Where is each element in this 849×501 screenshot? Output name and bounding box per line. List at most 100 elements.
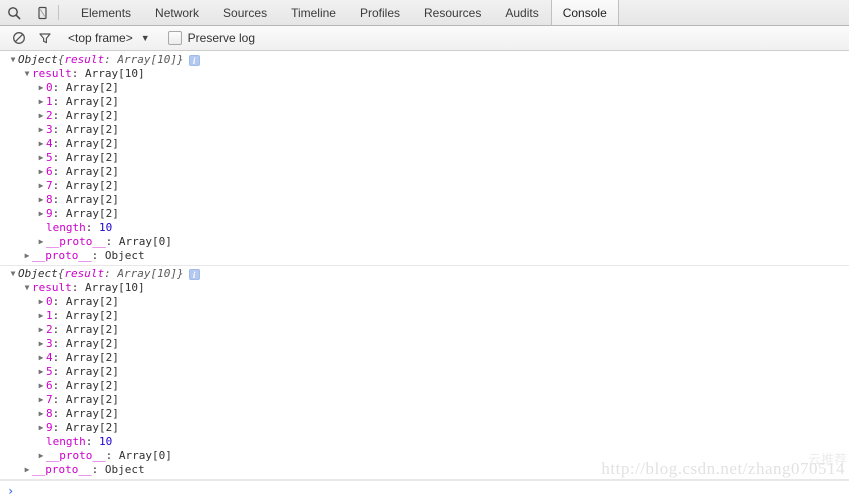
- disclosure-triangle-icon[interactable]: ▶: [36, 351, 46, 365]
- item-separator: :: [52, 179, 66, 192]
- array-item-row[interactable]: ▶ 3: Array[2]: [0, 337, 849, 351]
- disclosure-triangle-icon[interactable]: ▶: [36, 309, 46, 323]
- array-item-row[interactable]: ▶ 5: Array[2]: [0, 151, 849, 165]
- disclosure-triangle-icon[interactable]: ▶: [36, 137, 46, 151]
- item-value: Array[2]: [65, 81, 119, 94]
- tab-console[interactable]: Console: [550, 0, 619, 25]
- info-icon[interactable]: i: [188, 54, 200, 66]
- disclosure-triangle-icon[interactable]: ▶: [36, 81, 46, 95]
- array-item-row[interactable]: ▶ 5: Array[2]: [0, 365, 849, 379]
- disclosure-triangle-icon[interactable]: ▶: [36, 179, 46, 193]
- array-item-row[interactable]: ▶ 6: Array[2]: [0, 379, 849, 393]
- array-index: 5: [46, 365, 53, 378]
- item-separator: :: [52, 109, 66, 122]
- disclosure-triangle-icon[interactable]: ▶: [36, 165, 46, 179]
- tab-resources[interactable]: Resources: [412, 0, 493, 25]
- console-message[interactable]: ▼ Object{result: Array[10]} i ▼ result: Arr…: [0, 266, 849, 480]
- array-item-row[interactable]: ▶ 7: Array[2]: [0, 179, 849, 193]
- tab-sources[interactable]: Sources: [211, 0, 279, 25]
- preserve-log-checkbox[interactable]: [167, 31, 182, 45]
- proto-key: __proto__: [32, 463, 92, 476]
- proto-row-outer[interactable]: ▶ __proto__: Object: [0, 463, 849, 477]
- array-item-row[interactable]: ▶ 7: Array[2]: [0, 393, 849, 407]
- disclosure-triangle-icon[interactable]: ▼: [22, 67, 32, 81]
- disclosure-triangle-icon[interactable]: ▶: [36, 95, 46, 109]
- execution-context-selector[interactable]: <top frame> ▼: [68, 31, 150, 45]
- item-separator: :: [52, 137, 66, 150]
- array-item-row[interactable]: ▶ 4: Array[2]: [0, 137, 849, 151]
- tab-profiles[interactable]: Profiles: [348, 0, 412, 25]
- info-icon[interactable]: i: [188, 268, 200, 280]
- tab-elements[interactable]: Elements: [69, 0, 143, 25]
- object-header-row[interactable]: ▼ Object{result: Array[10]} i: [0, 267, 849, 281]
- proto-separator: :: [105, 449, 119, 462]
- proto-row-inner[interactable]: ▶ __proto__: Array[0]: [0, 449, 849, 463]
- preview-separator: :: [104, 53, 118, 66]
- array-item-row[interactable]: ▶ 8: Array[2]: [0, 407, 849, 421]
- array-index: 5: [46, 151, 53, 164]
- array-index: 7: [46, 393, 53, 406]
- tab-audits[interactable]: Audits: [493, 0, 550, 25]
- search-icon[interactable]: [0, 0, 28, 25]
- array-item-row[interactable]: ▶ 2: Array[2]: [0, 323, 849, 337]
- disclosure-triangle-icon[interactable]: ▶: [36, 365, 46, 379]
- disclosure-triangle-icon[interactable]: ▼: [8, 53, 18, 67]
- array-index: 3: [46, 337, 53, 350]
- array-item-row[interactable]: ▶ 6: Array[2]: [0, 165, 849, 179]
- array-item-row[interactable]: ▶ 2: Array[2]: [0, 109, 849, 123]
- proto-key: __proto__: [46, 235, 106, 248]
- console-message[interactable]: ▼ Object{result: Array[10]} i ▼ result: Arr…: [0, 52, 849, 266]
- item-value: Array[2]: [65, 137, 119, 150]
- disclosure-triangle-icon[interactable]: ▶: [36, 193, 46, 207]
- console-output[interactable]: ▼ Object{result: Array[10]} i ▼ result: Arr…: [0, 52, 849, 480]
- array-item-row[interactable]: ▶ 9: Array[2]: [0, 421, 849, 435]
- filter-funnel-icon[interactable]: [32, 27, 58, 49]
- disclosure-triangle-icon[interactable]: ▶: [36, 449, 46, 463]
- array-index: 9: [46, 421, 53, 434]
- array-item-row[interactable]: ▶ 1: Array[2]: [0, 95, 849, 109]
- array-item-row[interactable]: ▶ 0: Array[2]: [0, 295, 849, 309]
- disclosure-triangle-icon[interactable]: ▼: [22, 281, 32, 295]
- disclosure-triangle-icon[interactable]: ▶: [36, 123, 46, 137]
- array-item-row[interactable]: ▶ 1: Array[2]: [0, 309, 849, 323]
- disclosure-triangle-icon[interactable]: ▶: [36, 407, 46, 421]
- disclosure-triangle-icon[interactable]: ▶: [36, 323, 46, 337]
- item-value: Array[2]: [65, 337, 119, 350]
- object-header-row[interactable]: ▼ Object{result: Array[10]} i: [0, 53, 849, 67]
- preserve-log-toggle[interactable]: Preserve log: [167, 31, 255, 45]
- console-prompt-bar[interactable]: ›: [0, 480, 849, 501]
- console-prompt-input[interactable]: [14, 481, 849, 501]
- array-index: 1: [46, 95, 53, 108]
- tab-timeline[interactable]: Timeline: [279, 0, 348, 25]
- array-item-row[interactable]: ▶ 3: Array[2]: [0, 123, 849, 137]
- object-label: Object: [18, 267, 58, 280]
- disclosure-triangle-icon[interactable]: ▼: [8, 267, 18, 281]
- disclosure-triangle-icon[interactable]: ▶: [36, 393, 46, 407]
- proto-row-inner[interactable]: ▶ __proto__: Array[0]: [0, 235, 849, 249]
- disclosure-triangle-icon[interactable]: ▶: [36, 421, 46, 435]
- proto-row-outer[interactable]: ▶ __proto__: Object: [0, 249, 849, 263]
- disclosure-triangle-icon[interactable]: ▶: [22, 463, 32, 477]
- tab-label: Sources: [223, 5, 268, 20]
- disclosure-triangle-icon[interactable]: ▶: [36, 295, 46, 309]
- disclosure-triangle-icon[interactable]: ▶: [36, 379, 46, 393]
- array-item-row[interactable]: ▶ 8: Array[2]: [0, 193, 849, 207]
- array-item-row[interactable]: ▶ 0: Array[2]: [0, 81, 849, 95]
- length-key: length: [46, 435, 86, 448]
- disclosure-triangle-icon[interactable]: ▶: [36, 235, 46, 249]
- disclosure-triangle-icon[interactable]: ▶: [36, 337, 46, 351]
- clear-console-icon[interactable]: [6, 27, 32, 49]
- item-value: Array[2]: [65, 421, 119, 434]
- disclosure-triangle-icon[interactable]: ▶: [36, 151, 46, 165]
- array-item-row[interactable]: ▶ 9: Array[2]: [0, 207, 849, 221]
- array-index: 3: [46, 123, 53, 136]
- proto-separator: :: [91, 249, 105, 262]
- disclosure-triangle-icon[interactable]: ▶: [22, 249, 32, 263]
- property-row-result[interactable]: ▼ result: Array[10]: [0, 281, 849, 295]
- tab-network[interactable]: Network: [143, 0, 211, 25]
- disclosure-triangle-icon[interactable]: ▶: [36, 109, 46, 123]
- disclosure-triangle-icon[interactable]: ▶: [36, 207, 46, 221]
- array-item-row[interactable]: ▶ 4: Array[2]: [0, 351, 849, 365]
- mobile-device-icon[interactable]: [28, 0, 56, 25]
- property-row-result[interactable]: ▼ result: Array[10]: [0, 67, 849, 81]
